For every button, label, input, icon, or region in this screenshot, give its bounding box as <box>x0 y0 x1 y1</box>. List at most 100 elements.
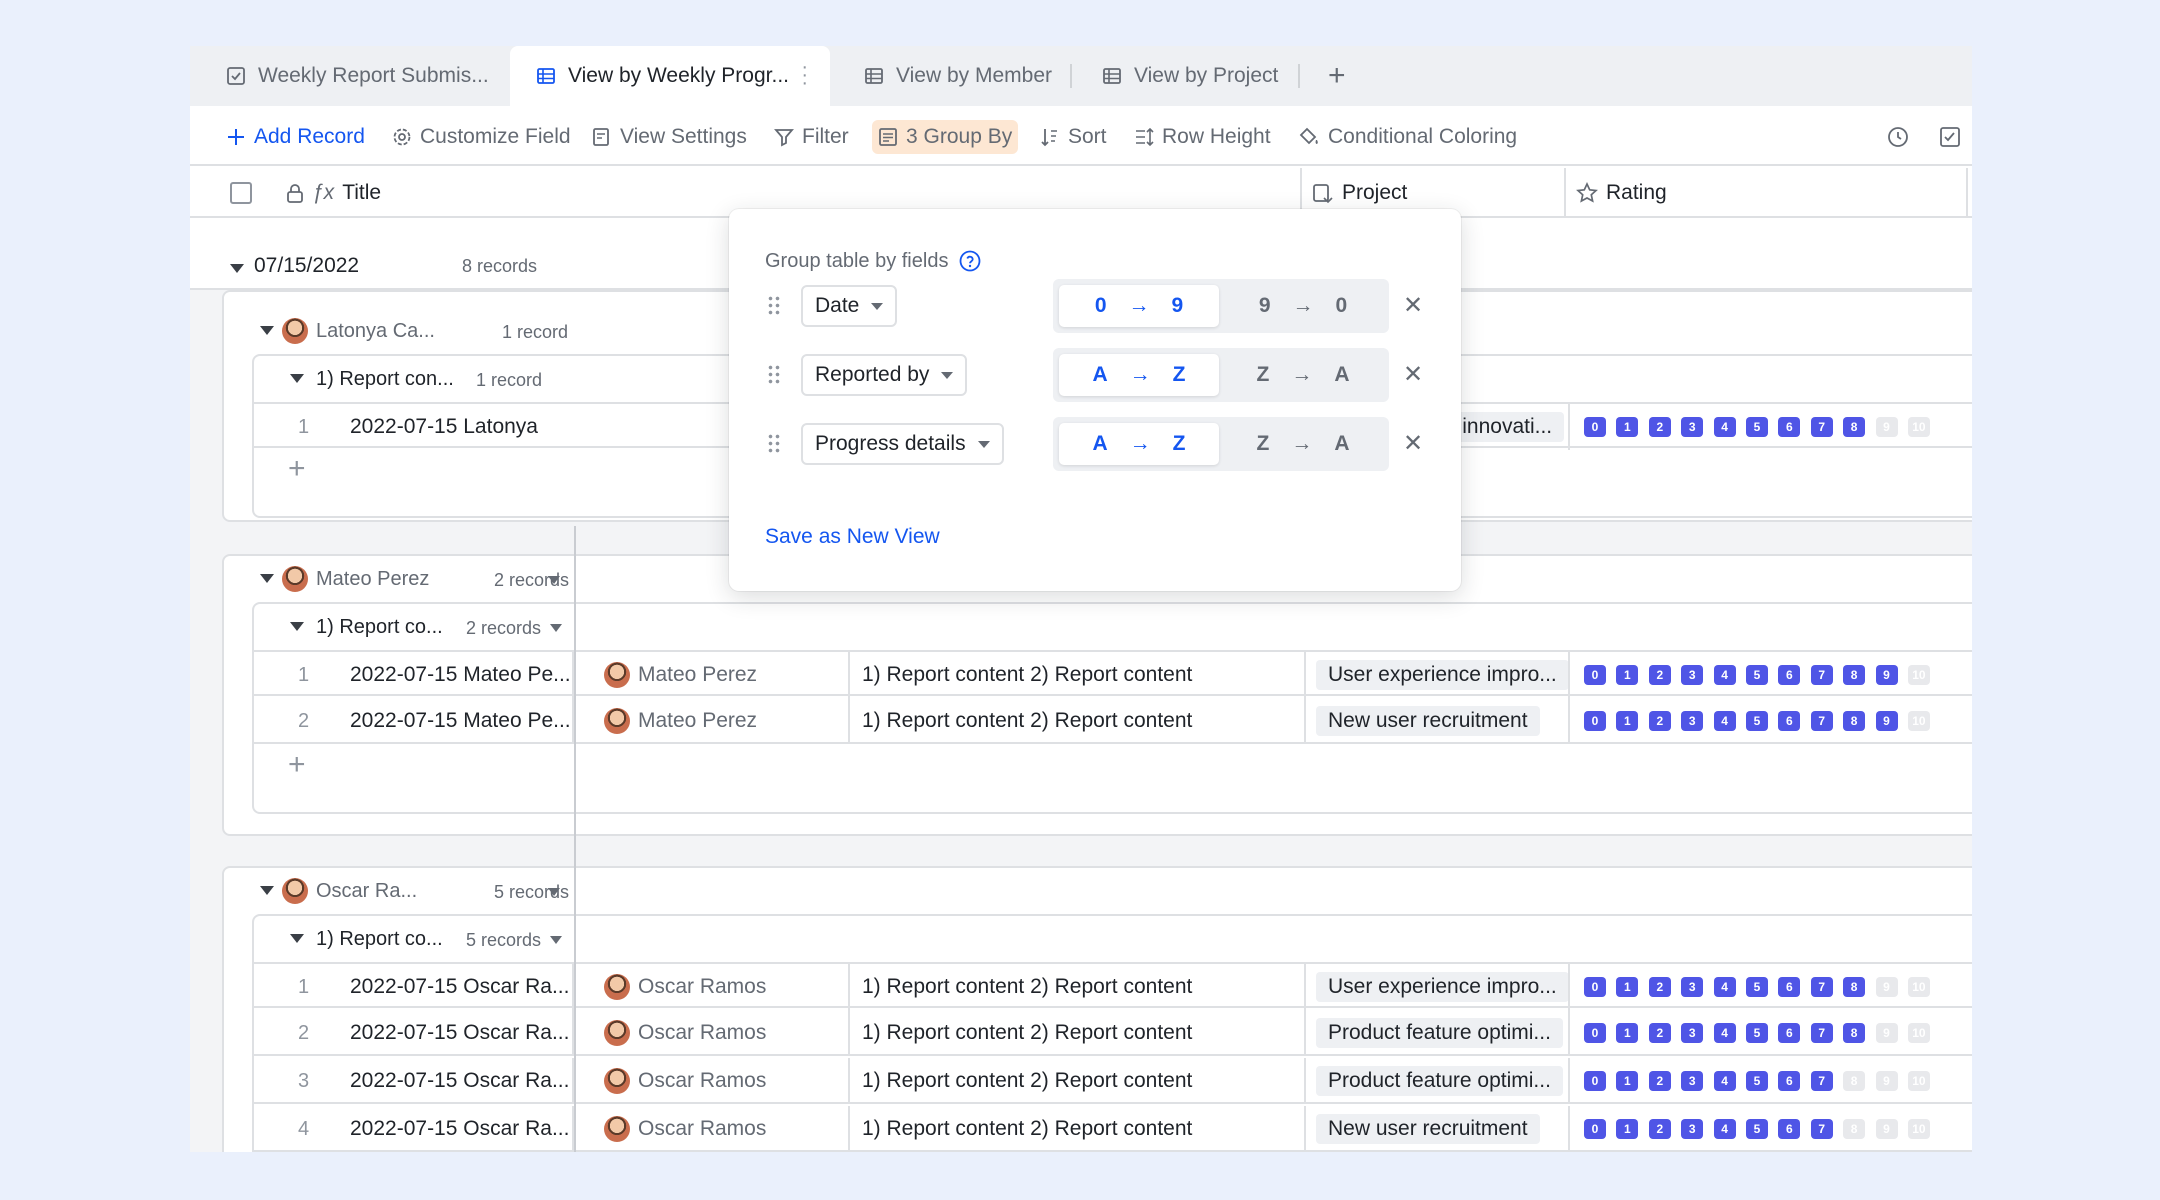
rating-cell[interactable]: 0 <box>1584 1023 1606 1043</box>
add-row-icon[interactable]: + <box>288 452 306 486</box>
rating-cell[interactable]: 8 <box>1843 417 1866 437</box>
rating-cell[interactable]: 10 <box>1907 417 1930 437</box>
collapse-member-group-icon[interactable] <box>260 574 274 583</box>
rating-cell[interactable]: 5 <box>1745 1119 1768 1139</box>
table-row[interactable]: 1 2022-07-15 Oscar Ra... Oscar Ramos 1) … <box>254 962 1972 1010</box>
rating-cell[interactable]: 3 <box>1681 1071 1704 1091</box>
sort-descending-option[interactable]: Z → A <box>1223 423 1383 465</box>
collapse-member-group-icon[interactable] <box>260 326 274 335</box>
rating-cell[interactable]: 7 <box>1810 977 1833 997</box>
rating-cell[interactable]: 10 <box>1907 665 1930 685</box>
rating-cell[interactable]: 9 <box>1875 665 1898 685</box>
filter-button[interactable]: Filter <box>774 120 849 154</box>
rating-cell[interactable]: 4 <box>1713 665 1736 685</box>
rating-bar[interactable]: 0 1 2 3 4 5 6 7 8 9 10 <box>1584 711 1940 731</box>
rating-cell[interactable]: 3 <box>1681 417 1704 437</box>
table-row[interactable]: 3 2022-07-15 Oscar Ra... Oscar Ramos 1) … <box>254 1058 1972 1104</box>
rating-cell[interactable]: 6 <box>1778 1119 1801 1139</box>
collapse-member-group-icon[interactable] <box>260 886 274 895</box>
rating-cell[interactable]: 3 <box>1681 977 1704 997</box>
rating-bar[interactable]: 0 1 2 3 4 5 6 7 8 9 10 <box>1584 417 1940 437</box>
project-tag[interactable]: User experience impro... <box>1316 972 1569 1002</box>
rating-cell[interactable]: 1 <box>1616 1023 1639 1043</box>
collapse-sub-group-icon[interactable] <box>290 622 304 631</box>
rating-cell[interactable]: 6 <box>1778 711 1801 731</box>
table-row[interactable]: 2 2022-07-15 Mateo Pe... Mateo Perez 1) … <box>254 698 1972 744</box>
project-tag[interactable]: Product feature optimi... <box>1316 1018 1563 1048</box>
group-field-select[interactable]: Date <box>801 285 898 327</box>
rating-cell[interactable]: 9 <box>1875 711 1898 731</box>
group-menu-icon[interactable] <box>550 936 562 944</box>
rating-cell[interactable]: 1 <box>1616 977 1639 997</box>
more-vertical-icon[interactable]: · · · <box>801 57 808 93</box>
rating-cell[interactable]: 3 <box>1681 665 1704 685</box>
rating-bar[interactable]: 0 1 2 3 4 5 6 7 8 9 10 <box>1584 1119 1940 1139</box>
table-row[interactable]: 1 2022-07-15 Mateo Pe... Mateo Perez 1) … <box>254 650 1972 698</box>
rating-cell[interactable]: 2 <box>1648 1071 1671 1091</box>
rating-cell[interactable]: 4 <box>1713 417 1736 437</box>
add-row-icon[interactable]: + <box>288 748 306 782</box>
column-header-title[interactable]: ƒx Title <box>286 168 381 218</box>
history-icon[interactable] <box>1886 120 1918 154</box>
rating-cell[interactable]: 4 <box>1713 977 1736 997</box>
group-field-select[interactable]: Reported by <box>801 354 968 396</box>
rating-cell[interactable]: 5 <box>1745 1023 1768 1043</box>
rating-cell[interactable]: 1 <box>1616 1119 1639 1139</box>
rating-cell[interactable]: 10 <box>1907 711 1930 731</box>
add-record-button[interactable]: Add Record <box>226 120 365 154</box>
rating-cell[interactable]: 2 <box>1648 977 1671 997</box>
project-tag[interactable]: New user recruitment <box>1316 706 1540 736</box>
rating-cell[interactable]: 2 <box>1648 417 1671 437</box>
rating-cell[interactable]: 1 <box>1616 665 1639 685</box>
rating-cell[interactable]: 7 <box>1810 665 1833 685</box>
rating-cell[interactable]: 3 <box>1681 1119 1704 1139</box>
add-view-icon[interactable]: + <box>1328 46 1346 106</box>
rating-cell[interactable]: 4 <box>1713 1023 1736 1043</box>
rating-cell[interactable]: 9 <box>1875 1023 1898 1043</box>
tab-view-by-member[interactable]: View by Member <box>864 46 1052 106</box>
rating-cell[interactable]: 9 <box>1875 1071 1898 1091</box>
rating-cell[interactable]: 6 <box>1778 1071 1801 1091</box>
rating-cell[interactable]: 7 <box>1810 1023 1833 1043</box>
rating-cell[interactable]: 5 <box>1745 665 1768 685</box>
tab-view-by-weekly-progress[interactable]: View by Weekly Progr... · · · <box>510 46 830 106</box>
rating-cell[interactable]: 7 <box>1810 1071 1833 1091</box>
help-icon[interactable] <box>958 249 982 273</box>
rating-cell[interactable]: 6 <box>1778 417 1801 437</box>
collapse-sub-group-icon[interactable] <box>290 934 304 943</box>
rating-cell[interactable]: 1 <box>1616 711 1639 731</box>
rating-cell[interactable]: 8 <box>1843 665 1866 685</box>
rating-cell[interactable]: 6 <box>1778 665 1801 685</box>
rating-cell[interactable]: 0 <box>1584 417 1606 437</box>
rating-cell[interactable]: 6 <box>1778 1023 1801 1043</box>
table-row[interactable]: 2 2022-07-15 Oscar Ra... Oscar Ramos 1) … <box>254 1010 1972 1056</box>
rating-cell[interactable]: 9 <box>1875 977 1898 997</box>
rating-cell[interactable]: 9 <box>1875 417 1898 437</box>
remove-group-rule-icon[interactable]: ✕ <box>1403 429 1423 458</box>
rating-cell[interactable]: 10 <box>1907 1119 1930 1139</box>
rating-cell[interactable]: 3 <box>1681 711 1704 731</box>
project-tag[interactable]: User experience impro... <box>1316 660 1569 690</box>
sort-ascending-option[interactable]: A → Z <box>1059 354 1219 396</box>
table-row[interactable]: 4 2022-07-15 Oscar Ra... Oscar Ramos 1) … <box>254 1106 1972 1152</box>
rating-bar[interactable]: 0 1 2 3 4 5 6 7 8 9 10 <box>1584 977 1940 997</box>
rating-bar[interactable]: 0 1 2 3 4 5 6 7 8 9 10 <box>1584 665 1940 685</box>
rating-cell[interactable]: 4 <box>1713 1071 1736 1091</box>
rating-cell[interactable]: 6 <box>1778 977 1801 997</box>
drag-handle-icon[interactable] <box>767 433 781 455</box>
rating-cell[interactable]: 5 <box>1745 417 1768 437</box>
rating-cell[interactable]: 10 <box>1907 977 1930 997</box>
project-tag[interactable]: Product feature optimi... <box>1316 1066 1563 1096</box>
rating-cell[interactable]: 10 <box>1907 1071 1930 1091</box>
select-all-checkbox[interactable] <box>230 182 252 204</box>
rating-cell[interactable]: 8 <box>1843 711 1866 731</box>
remove-group-rule-icon[interactable]: ✕ <box>1403 291 1423 320</box>
rating-cell[interactable]: 2 <box>1648 1119 1671 1139</box>
rating-cell[interactable]: 3 <box>1681 1023 1704 1043</box>
rating-cell[interactable]: 1 <box>1616 417 1639 437</box>
group-menu-icon[interactable] <box>548 576 560 584</box>
rating-cell[interactable]: 5 <box>1745 977 1768 997</box>
sort-button[interactable]: Sort <box>1040 120 1107 154</box>
rating-cell[interactable]: 7 <box>1810 417 1833 437</box>
rating-cell[interactable]: 2 <box>1648 1023 1671 1043</box>
